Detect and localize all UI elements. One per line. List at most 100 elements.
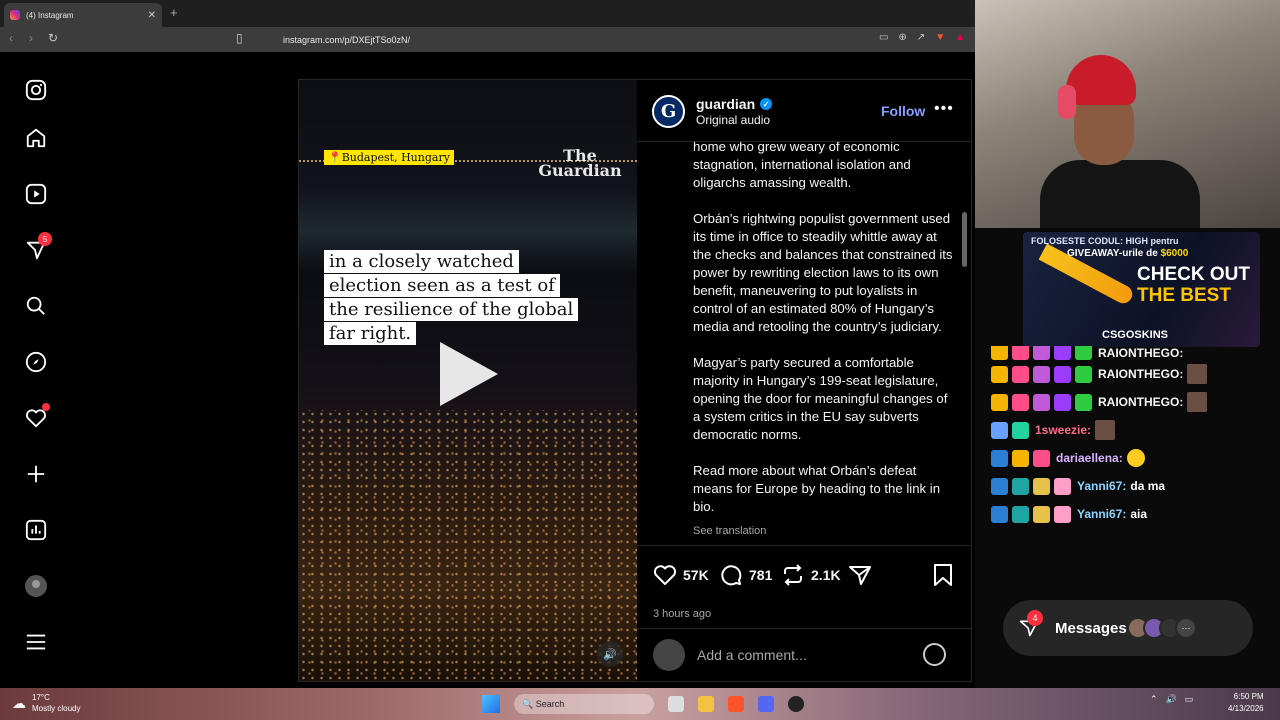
- back-icon[interactable]: ‹: [9, 31, 13, 45]
- profile-avatar[interactable]: [24, 574, 48, 598]
- comment-box: Add a comment...: [637, 628, 971, 681]
- system-tray: ⌃ 🔊 ▭: [1150, 694, 1193, 705]
- reload-icon[interactable]: ↻: [48, 31, 58, 45]
- emoji-emote: [1126, 449, 1145, 467]
- new-tab-button[interactable]: +: [170, 5, 178, 20]
- volume-icon[interactable]: 🔊: [597, 641, 623, 667]
- dashboard-icon[interactable]: [24, 518, 48, 542]
- streamer: [1040, 55, 1200, 228]
- folder-icon[interactable]: [698, 696, 714, 712]
- post-timestamp: 3 hours ago: [653, 608, 712, 620]
- gift-badge-icon: [1054, 505, 1071, 523]
- ad-brand: CSGOSKINS: [1102, 329, 1169, 341]
- comment-input[interactable]: Add a comment...: [697, 647, 807, 663]
- like-button[interactable]: 57K: [653, 563, 709, 587]
- explore-icon[interactable]: [24, 350, 48, 374]
- menu-icon[interactable]: [24, 630, 48, 654]
- messages-icon[interactable]: 5: [24, 232, 52, 262]
- taskbar-search[interactable]: 🔍 Search: [514, 694, 654, 714]
- tab-title: (4) Instagram: [26, 10, 74, 20]
- search-icon[interactable]: [24, 294, 48, 318]
- weather-widget[interactable]: ☁ 17°C Mostly cloudy: [12, 692, 80, 714]
- post-caption: home who grew weary of economic stagnati…: [693, 142, 955, 545]
- reels-icon[interactable]: [24, 182, 48, 206]
- rewards-icon[interactable]: ▲: [955, 32, 965, 43]
- invader-badge-icon: [1012, 365, 1029, 383]
- reel-video[interactable]: 📍Budapest, Hungary The Guardian in a clo…: [299, 80, 637, 681]
- caption-scrollbar[interactable]: [961, 142, 969, 545]
- instagram-page: 5 📍Budapest, Hungary The Guardian in a c…: [0, 52, 975, 688]
- create-icon[interactable]: [24, 462, 48, 486]
- original-audio-link[interactable]: Original audio: [696, 113, 770, 127]
- invader-badge-icon: [1012, 346, 1029, 360]
- emote-badge-icon: [1054, 346, 1071, 360]
- close-tab-icon[interactable]: ✕: [148, 10, 156, 21]
- windows-taskbar: ☁ 17°C Mostly cloudy 🔍 Search ⌃ 🔊 ▭ 6:50 …: [0, 688, 1280, 720]
- chat-line: Yanni67: da ma: [991, 472, 1271, 500]
- guardian-avatar[interactable]: G: [652, 95, 685, 128]
- save-button[interactable]: [932, 563, 954, 587]
- file-app-icon[interactable]: [668, 696, 684, 712]
- weather-condition: Mostly cloudy: [32, 704, 81, 713]
- clock[interactable]: 6:50 PM 4/13/2026: [1228, 691, 1264, 715]
- recent-avatars: ···: [1127, 617, 1197, 639]
- guardian-watermark: The Guardian: [538, 146, 622, 180]
- like-count: 57K: [683, 567, 709, 583]
- k-badge-icon: [1075, 365, 1092, 383]
- k-badge-icon: [1075, 393, 1092, 411]
- messages-bar[interactable]: 4 Messages ···: [1003, 600, 1253, 656]
- user-avatar: [653, 639, 685, 671]
- address-bar[interactable]: instagram.com/p/DXEjtTSo0zN/: [255, 30, 955, 49]
- brave-shield-icon[interactable]: ▼: [935, 32, 945, 43]
- repost-button[interactable]: 2.1K: [781, 563, 841, 587]
- crown-badge-icon: [991, 346, 1008, 360]
- taskbar-center: 🔍 Search: [482, 694, 804, 714]
- heart-icon: [653, 565, 677, 585]
- location-tag: 📍Budapest, Hungary: [324, 150, 454, 165]
- more-options-icon[interactable]: •••: [934, 100, 954, 118]
- hammer-badge-icon: [991, 505, 1008, 523]
- ad-line-2: GIVEAWAY-urile de $6000: [1067, 248, 1189, 259]
- forward-icon[interactable]: ›: [29, 31, 33, 45]
- app-icon[interactable]: [788, 696, 804, 712]
- cloud-icon: ☁: [12, 694, 26, 711]
- username[interactable]: guardian ✓: [696, 96, 773, 112]
- notification-badge: 5: [38, 232, 52, 246]
- cast-icon[interactable]: ▭: [879, 32, 888, 43]
- invader-badge-icon: [1033, 449, 1050, 467]
- instagram-logo-icon[interactable]: [24, 78, 48, 102]
- caption-paragraph: Read more about what Orbán’s defeat mean…: [693, 463, 941, 514]
- heart-notifications-icon[interactable]: [24, 403, 50, 430]
- messages-label: Messages: [1055, 619, 1127, 637]
- network-icon[interactable]: ▭: [1185, 694, 1194, 705]
- speaker-icon[interactable]: 🔊: [1166, 694, 1177, 705]
- browser-tab-instagram[interactable]: (4) Instagram ✕: [4, 3, 162, 27]
- chat-line: RAIONTHEGO:: [991, 388, 1271, 416]
- brave-browser-icon[interactable]: [728, 696, 744, 712]
- url-text: instagram.com/p/DXEjtTSo0zN/: [283, 34, 411, 45]
- comment-button[interactable]: 781: [719, 563, 772, 587]
- windows-start-icon[interactable]: [482, 695, 500, 713]
- zoom-icon[interactable]: ⊕: [898, 32, 906, 43]
- play-icon[interactable]: [440, 342, 498, 406]
- home-icon[interactable]: [24, 126, 48, 150]
- notification-dot: [42, 403, 50, 411]
- share-icon[interactable]: ↗: [917, 32, 925, 43]
- emoji-icon[interactable]: [923, 643, 946, 666]
- scrollbar-thumb[interactable]: [962, 212, 967, 267]
- bits-badge-icon: [1012, 477, 1029, 495]
- messages-badge: 4: [1027, 610, 1043, 626]
- share-button[interactable]: [848, 563, 872, 587]
- gift-badge-icon: [1033, 393, 1050, 411]
- follow-button[interactable]: Follow: [881, 103, 925, 119]
- more-avatars: ···: [1175, 617, 1197, 639]
- discord-icon[interactable]: [758, 696, 774, 712]
- bookmark-icon[interactable]: ▯: [236, 31, 243, 45]
- chevron-up-icon[interactable]: ⌃: [1150, 694, 1158, 705]
- post-details: G guardian ✓ Original audio Follow ••• h…: [637, 80, 971, 681]
- chat-line: RAIONTHEGO:: [991, 360, 1271, 388]
- see-translation-link[interactable]: See translation: [693, 522, 955, 540]
- comment-icon: [721, 565, 742, 586]
- repost-count: 2.1K: [811, 567, 841, 583]
- instagram-sidebar: 5: [0, 52, 72, 688]
